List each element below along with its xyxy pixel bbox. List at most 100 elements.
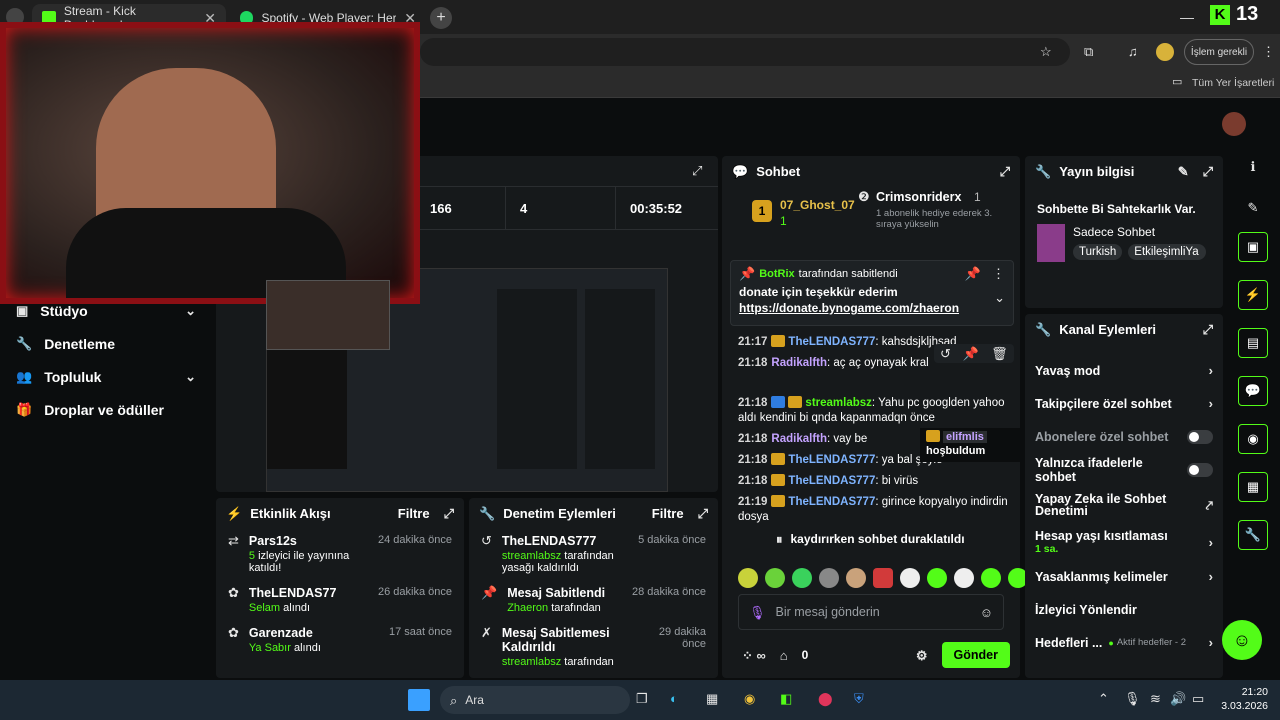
maps-icon[interactable]: ⬤ <box>818 692 833 705</box>
wifi-icon[interactable]: ≋ <box>1150 692 1161 705</box>
gear-icon[interactable]: ⚙ <box>916 649 928 662</box>
subscribers-only-toggle[interactable] <box>1187 429 1213 444</box>
edit-icon[interactable]: ✎ <box>1248 201 1259 214</box>
account-age-action[interactable]: Hesap yaşı kısıtlaması 1 sa. › <box>1025 524 1223 560</box>
followers-only-action[interactable]: Takipçilere özel sohbet › <box>1025 387 1223 420</box>
emote-icon[interactable] <box>954 568 974 588</box>
minimize-icon[interactable]: — <box>1180 9 1194 25</box>
all-bookmarks-label[interactable]: Tüm Yer İşaretleri <box>1192 77 1274 89</box>
sidebar-item-moderation[interactable]: 🔧 Denetleme <box>0 327 212 360</box>
banned-words-action[interactable]: Yasaklanmış kelimeler › <box>1025 560 1223 593</box>
rail-chat-button[interactable]: 💬 <box>1238 376 1268 406</box>
pinned-link[interactable]: https://donate.bynogame.com/zhaeron <box>739 301 1005 315</box>
mic-tray-icon[interactable]: 🎙 <box>1124 692 1141 705</box>
security-icon[interactable]: ⛨ <box>854 692 864 705</box>
unpin-button[interactable]: 📌 <box>965 267 981 280</box>
subscribers-only-action[interactable]: Abonelere özel sohbet <box>1025 420 1223 453</box>
filter-button[interactable]: Filtre <box>652 506 684 521</box>
emote-icon[interactable] <box>981 568 1001 588</box>
windows-start-icon[interactable] <box>408 689 430 711</box>
expand-icon[interactable]: ⤢ <box>1203 165 1213 178</box>
chat-message: 21:19 TheLENDAS777: girince kopyalıyo ind… <box>738 492 1010 528</box>
message-time: 21:19 <box>738 496 768 508</box>
paused-banner[interactable]: ⏸ kaydırırken sohbet duraklatıldı <box>762 528 1002 550</box>
new-tab-button[interactable]: + <box>430 7 452 29</box>
emote-icon[interactable] <box>900 568 920 588</box>
hover-user[interactable]: elifmlis <box>943 431 987 443</box>
message-user[interactable]: streamlabsz <box>805 397 871 409</box>
raid-action[interactable]: İzleyici Yönlendir <box>1025 593 1223 626</box>
support-chat-button[interactable]: ☺ <box>1222 620 1262 660</box>
message-user[interactable]: Radikalfth <box>771 357 827 369</box>
url-field[interactable] <box>420 38 1070 66</box>
emote-icon[interactable] <box>738 568 758 588</box>
undo-icon[interactable]: ↺ <box>940 347 951 360</box>
pinned-text: donate için teşekkür ederim <box>739 285 898 299</box>
edit-icon[interactable]: ✎ <box>1178 165 1189 178</box>
rail-bolt-button[interactable]: ⚡ <box>1238 280 1268 310</box>
battery-icon[interactable]: ▭ <box>1192 692 1204 705</box>
emotes-only-toggle[interactable] <box>1187 462 1213 477</box>
emotes-only-action[interactable]: Yalnızca ifadelerle sohbet <box>1025 453 1223 486</box>
rail-video-button[interactable]: ▦ <box>1238 472 1268 502</box>
chat-input[interactable]: 🎙 Bir mesaj gönderin ☺ <box>738 594 1004 630</box>
emote-icon[interactable] <box>765 568 785 588</box>
message-user[interactable]: Radikalfth <box>771 433 827 445</box>
ai-moderation-action[interactable]: Yapay Zeka ile Sohbet Denetimi ⤤ <box>1025 486 1223 524</box>
microphone-icon[interactable]: 🎙 <box>749 606 766 619</box>
rail-camera-button[interactable]: ▣ <box>1238 232 1268 262</box>
store-icon[interactable]: ⌂ <box>780 649 788 662</box>
second-place-name[interactable]: Crimsonriderx <box>876 190 961 204</box>
message-user[interactable]: TheLENDAS777 <box>788 336 875 348</box>
emote-icon[interactable] <box>873 568 893 588</box>
expand-icon[interactable]: ⤢ <box>698 507 708 520</box>
send-button[interactable]: Gönder <box>941 642 1010 668</box>
emote-icon[interactable] <box>819 568 839 588</box>
community-icon[interactable]: ⁘ ∞ <box>742 649 766 662</box>
media-icon[interactable]: ♫ <box>1128 45 1138 58</box>
message-user[interactable]: TheLENDAS777 <box>788 454 875 466</box>
message-user[interactable]: TheLENDAS777 <box>788 475 875 487</box>
edge-icon[interactable]: ◐ <box>670 692 678 705</box>
sidebar-item-community[interactable]: 👥 Topluluk ⌄ <box>0 360 212 393</box>
first-place-name[interactable]: 07_Ghost_07 <box>780 198 855 212</box>
info-icon[interactable]: ℹ <box>1251 160 1256 173</box>
emote-icon[interactable] <box>846 568 866 588</box>
emote-icon[interactable] <box>792 568 812 588</box>
expand-icon[interactable]: ⤢ <box>692 164 702 177</box>
goals-action[interactable]: Hedefleri ... ● Aktif hedefler - 2 › <box>1025 626 1223 659</box>
sidebar-item-drops[interactable]: 🎁 Droplar ve ödüller <box>0 393 212 426</box>
message-user[interactable]: TheLENDAS777 <box>788 496 875 508</box>
rail-notes-button[interactable]: ▤ <box>1238 328 1268 358</box>
rail-broadcast-button[interactable]: ◉ <box>1238 424 1268 454</box>
task-view-icon[interactable]: ❐ <box>636 692 648 705</box>
tray-chevron-icon[interactable]: ⌃ <box>1098 692 1109 705</box>
store-icon[interactable]: ▦ <box>706 692 718 705</box>
avatar[interactable] <box>1156 43 1174 61</box>
emote-icon[interactable] <box>927 568 947 588</box>
extensions-icon[interactable]: ⧉ <box>1084 45 1093 58</box>
user-avatar[interactable] <box>1222 112 1246 136</box>
chevron-down-icon[interactable]: ⌄ <box>994 291 1005 304</box>
moderation-time: 28 dakika önce <box>632 586 706 598</box>
taskbar-search[interactable]: ⌕ Ara <box>440 686 630 714</box>
obs-icon[interactable]: ◧ <box>780 692 792 705</box>
kebab-menu-icon[interactable]: ⋮ <box>992 267 1005 280</box>
filter-button[interactable]: Filtre <box>398 506 430 521</box>
expand-icon[interactable]: ⤢ <box>1203 323 1213 336</box>
slow-mode-action[interactable]: Yavaş mod › <box>1025 354 1223 387</box>
emoji-icon[interactable]: ☺ <box>980 606 993 619</box>
profile-button[interactable]: İşlem gerekli <box>1184 39 1254 65</box>
pin-icon[interactable]: 📌 <box>963 347 979 360</box>
rail-wrench-button[interactable]: 🔧 <box>1238 520 1268 550</box>
expand-icon[interactable]: ⤢ <box>444 507 454 520</box>
volume-icon[interactable]: 🔊 <box>1170 692 1186 705</box>
trash-icon[interactable]: 🗑 <box>991 347 1008 360</box>
expand-icon[interactable]: ⤢ <box>1000 165 1010 178</box>
tag: EtkileşimliYa <box>1128 244 1207 260</box>
chrome-icon[interactable]: ◉ <box>744 692 755 705</box>
wrench-icon: 🔧 <box>1244 527 1262 542</box>
bookmark-star-icon[interactable]: ☆ <box>1040 45 1052 58</box>
clock[interactable]: 21:20 3.03.2026 <box>1214 685 1268 713</box>
more-menu-icon[interactable]: ⋮ <box>1262 45 1275 58</box>
